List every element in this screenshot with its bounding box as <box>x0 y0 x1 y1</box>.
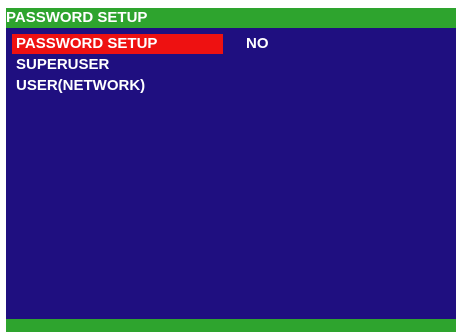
footer-bar <box>6 319 456 332</box>
menu-item-user-network[interactable]: USER(NETWORK) <box>12 76 145 96</box>
menu-item-password-setup[interactable]: PASSWORD SETUP <box>12 34 223 54</box>
password-setup-value[interactable]: NO <box>246 34 269 54</box>
window-title: PASSWORD SETUP <box>6 8 456 28</box>
osd-screen: PASSWORD SETUP PASSWORD SETUP NO SUPERUS… <box>6 8 456 332</box>
menu-item-superuser[interactable]: SUPERUSER <box>12 55 109 75</box>
